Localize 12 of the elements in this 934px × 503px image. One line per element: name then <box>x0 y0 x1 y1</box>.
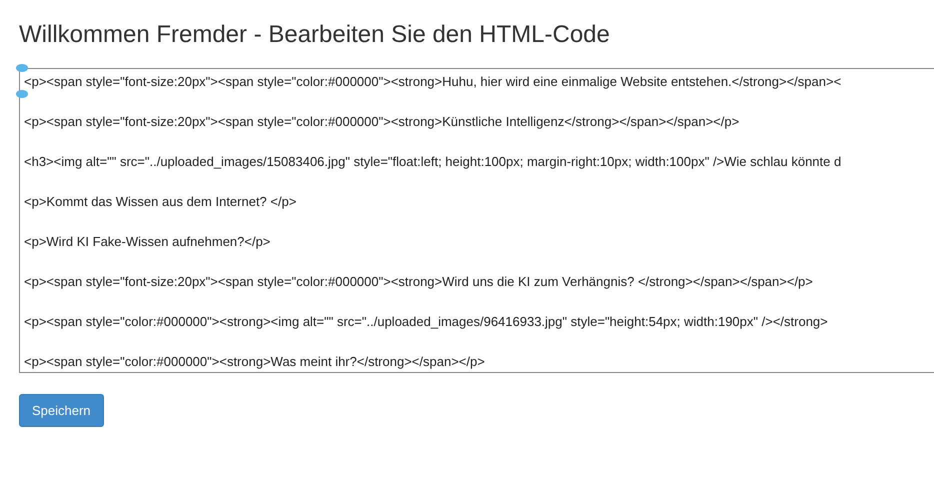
code-line: <p><span style="font-size:20px"><span style="color:#000000"><strong>Wird uns die KI zum Verhängnis? </strong></span></span></p> <box>24 274 814 290</box>
code-line: <p>Kommt das Wissen aus dem Internet? </p> <box>24 194 298 210</box>
save-button[interactable]: Speichern <box>19 394 104 427</box>
selection-handle-icon[interactable] <box>16 90 28 98</box>
page-heading: Willkommen Fremder - Bearbeiten Sie den HTML-Code <box>19 20 611 50</box>
code-line: <p>Wird KI Fake-Wissen aufnehmen?</p> <box>24 234 272 250</box>
selection-handle-icon[interactable] <box>16 64 28 72</box>
code-line: <p><span style="color:#000000"><strong><img alt="" src="../uploaded_images/96416933.jpg" style="height:54px; width:190px" /></strong> <box>24 314 829 330</box>
code-line: <p><span style="font-size:20px"><span style="color:#000000"><strong>Huhu, hier wird eine einmalige Website entstehen.</strong></span>< <box>24 74 842 90</box>
code-line: <p><span style="color:#000000"><strong>Was meint ihr?</strong></span></p> <box>24 354 486 370</box>
code-line: <h3><img alt="" src="../uploaded_images/15083406.jpg" style="float:left; height:100px; margin-right:10px; width:100px" />Wie schlau könnte d <box>24 154 842 170</box>
code-line: <p><span style="font-size:20px"><span style="color:#000000"><strong>Künstliche Intelligenz</strong></span></span></p> <box>24 114 740 130</box>
